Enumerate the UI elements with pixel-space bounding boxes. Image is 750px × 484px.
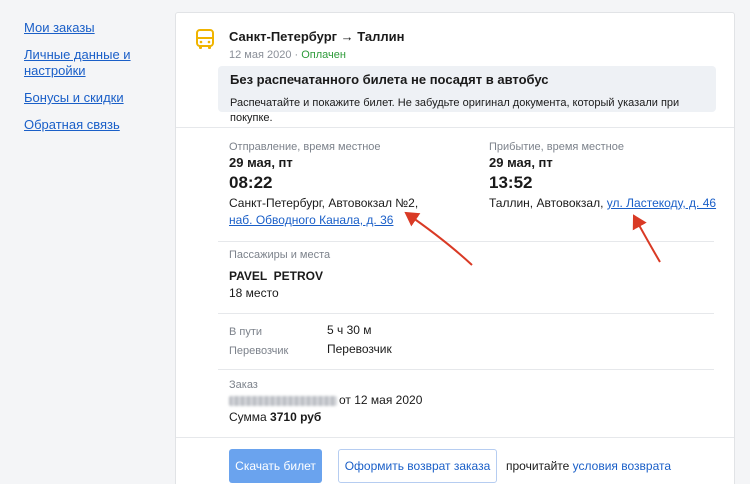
departure-station: Санкт-Петербург, Автовокзал №2,: [229, 196, 419, 210]
notice-title: Без распечатанного билета не посадят в а…: [230, 72, 549, 87]
departure-label: Отправление, время местное: [229, 141, 381, 153]
account-sidebar: Мои заказы Личные данные и настройки Бон…: [24, 20, 154, 144]
duration-value: 5 ч 30 м: [327, 323, 372, 337]
sidebar-item-personal-data[interactable]: Личные данные и настройки: [24, 47, 154, 79]
departure-date: 29 мая, пт: [229, 155, 293, 170]
download-ticket-button[interactable]: Скачать билет: [229, 449, 322, 483]
departure-time: 08:22: [229, 173, 273, 192]
redacted-order-number: [229, 395, 337, 406]
carrier-label: Перевозчик: [229, 345, 289, 357]
divider: [218, 241, 714, 242]
divider: [218, 369, 714, 370]
route-title: Санкт-Петербург → Таллин: [229, 29, 405, 44]
refund-order-button[interactable]: Оформить возврат заказа: [338, 449, 497, 483]
arrival-time: 13:52: [489, 173, 533, 192]
print-notice: Без распечатанного билета не посадят в а…: [218, 66, 716, 124]
departure-address-link[interactable]: наб. Обводного Канала, д. 36: [229, 213, 393, 227]
order-number-line: от 12 мая 2020: [229, 393, 422, 407]
sum-label: Сумма: [229, 410, 271, 424]
carrier-value: Перевозчик: [327, 342, 392, 356]
status-badge: Оплачен: [301, 49, 346, 61]
bus-icon: [196, 29, 214, 49]
passengers-label: Пассажиры и места: [229, 249, 331, 261]
arrival-date: 29 мая, пт: [489, 155, 553, 170]
order-date-suffix: от 12 мая 2020: [339, 393, 423, 407]
arrival-address-link[interactable]: ул. Ластекоду, д. 46: [607, 196, 716, 210]
order-meta: 12 мая 2020 · Оплачен: [229, 49, 346, 61]
duration-label: В пути: [229, 326, 263, 338]
order-sum-line: Сумма 3710 руб: [229, 410, 321, 424]
arrival-label: Прибытие, время местное: [489, 141, 624, 153]
passenger-seat: 18 место: [229, 286, 279, 300]
departure-place: Санкт-Петербург, Автовокзал №2, наб. Обв…: [229, 195, 429, 229]
sidebar-item-orders[interactable]: Мои заказы: [24, 20, 154, 36]
order-card: Санкт-Петербург → Таллин 12 мая 2020 · О…: [175, 12, 735, 484]
sidebar-item-feedback[interactable]: Обратная связь: [24, 117, 154, 133]
order-date: 12 мая 2020: [229, 49, 292, 61]
passenger-name: PAVEL PETROV: [229, 269, 324, 283]
refund-read-prefix: прочитайте: [506, 459, 573, 473]
meta-separator: ·: [291, 49, 302, 61]
sum-value: 3710 руб: [270, 410, 322, 424]
arrival-station: Таллин, Автовокзал,: [489, 196, 607, 210]
sidebar-item-bonuses[interactable]: Бонусы и скидки: [24, 90, 154, 106]
notice-text: Распечатайте и покажите билет. Не забудь…: [230, 97, 680, 124]
refund-conditions-text: прочитайте условия возврата: [506, 459, 671, 473]
divider: [176, 437, 734, 438]
refund-conditions-link[interactable]: условия возврата: [573, 459, 671, 473]
divider: [218, 313, 714, 314]
order-label: Заказ: [229, 379, 258, 391]
order-header: Санкт-Петербург → Таллин 12 мая 2020 · О…: [176, 13, 734, 128]
arrival-place: Таллин, Автовокзал, ул. Ластекоду, д. 46: [489, 195, 729, 212]
